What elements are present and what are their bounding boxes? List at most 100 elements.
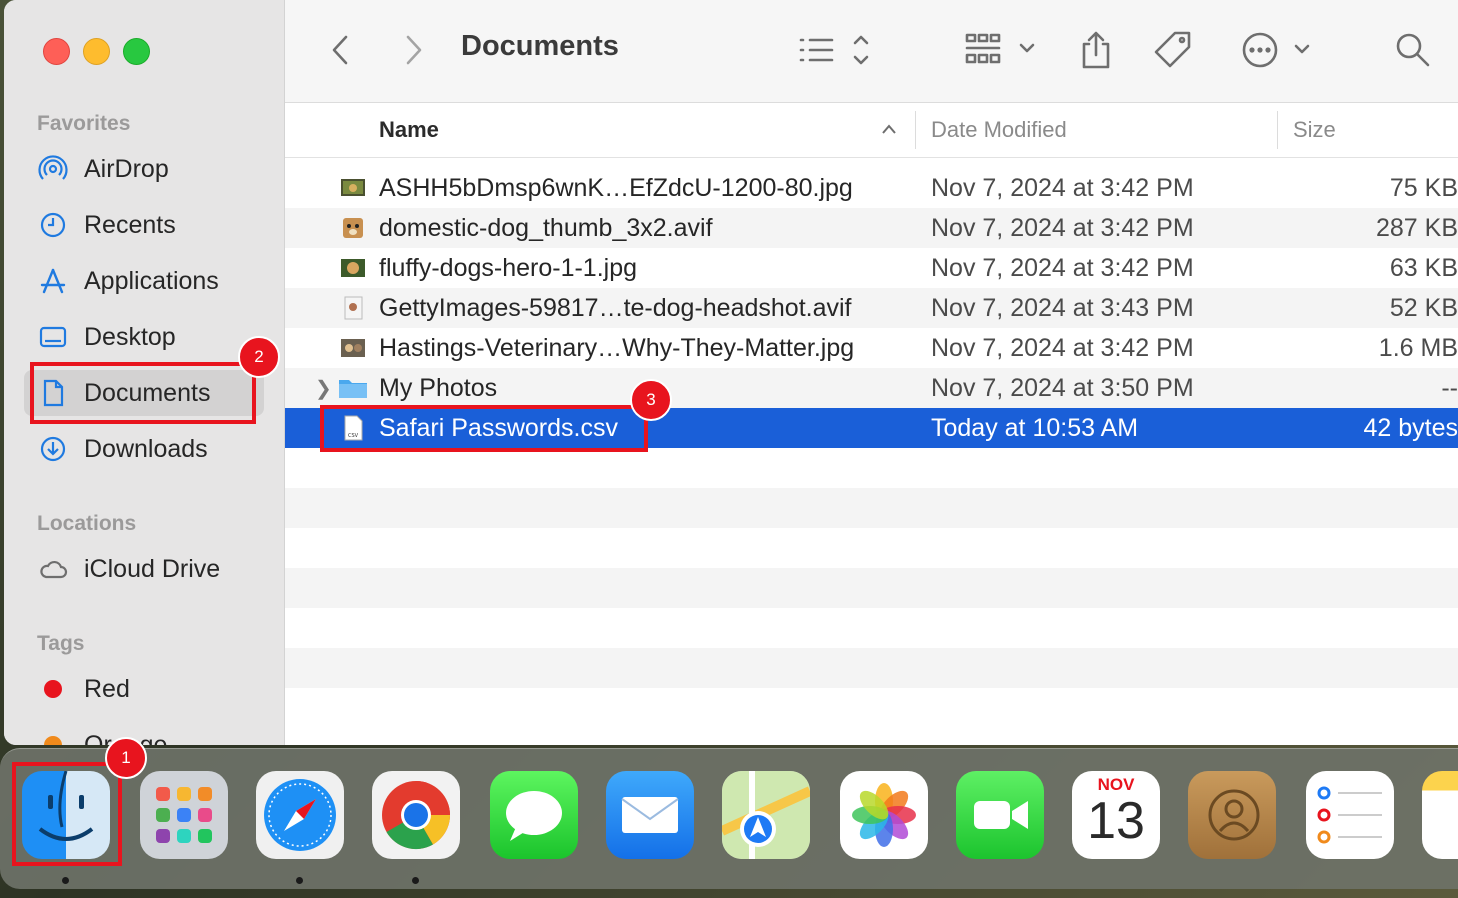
size-column-header[interactable]: Size xyxy=(1293,117,1336,143)
photos-dock-icon[interactable] xyxy=(840,771,928,859)
file-size: 52 KB xyxy=(1389,294,1458,322)
chevron-left-icon xyxy=(332,35,348,65)
notes-dock-icon[interactable] xyxy=(1422,771,1458,859)
share-icon xyxy=(1082,31,1110,69)
file-date: Nov 7, 2024 at 3:42 PM xyxy=(931,334,1194,362)
window-title: Documents xyxy=(461,30,619,62)
person-icon xyxy=(1208,789,1260,841)
file-size: 287 KB xyxy=(1375,214,1458,242)
file-date: Nov 7, 2024 at 3:42 PM xyxy=(931,254,1194,282)
tags-heading: Tags xyxy=(37,632,85,655)
tags-button[interactable] xyxy=(1153,28,1195,72)
message-bubble-icon xyxy=(506,791,562,841)
sidebar-item-desktop[interactable]: Desktop xyxy=(24,314,264,360)
file-name: domestic-dog_thumb_3x2.avif xyxy=(379,214,713,242)
contacts-dock-icon[interactable] xyxy=(1188,771,1276,859)
ellipsis-circle-icon xyxy=(1242,32,1310,68)
safari-dock-icon[interactable] xyxy=(256,771,344,859)
facetime-dock-icon[interactable] xyxy=(956,771,1044,859)
running-indicator xyxy=(62,877,69,884)
map-icon xyxy=(722,771,810,859)
column-divider[interactable] xyxy=(915,111,916,149)
column-divider[interactable] xyxy=(1277,111,1278,149)
sidebar-item-label: Desktop xyxy=(84,322,176,351)
empty-row xyxy=(285,488,1458,528)
name-column-header[interactable]: Name xyxy=(379,117,439,143)
minimize-window-button[interactable] xyxy=(83,38,110,65)
messages-dock-icon[interactable] xyxy=(490,771,578,859)
sidebar-item-recents[interactable]: Recents xyxy=(24,202,264,248)
search-button[interactable] xyxy=(1395,28,1431,72)
disclosure-chevron-icon[interactable]: ❯ xyxy=(315,376,332,401)
image-thumbnail-icon xyxy=(341,259,365,277)
more-actions-button[interactable] xyxy=(1240,28,1320,72)
red-tag-dot-icon xyxy=(36,672,70,706)
envelope-icon xyxy=(621,797,679,833)
sort-ascending-icon[interactable] xyxy=(881,123,897,135)
calendar-day: 13 xyxy=(1087,792,1145,850)
annotation-box-csv-file xyxy=(320,405,648,452)
empty-row xyxy=(285,528,1458,568)
view-options-button[interactable] xyxy=(797,28,869,72)
search-icon xyxy=(1396,33,1430,67)
maps-dock-icon[interactable] xyxy=(722,771,810,859)
file-browser: Documents Name Date Modified Size ASHH5b… xyxy=(285,0,1458,745)
empty-row xyxy=(285,448,1458,488)
file-size: 1.6 MB xyxy=(1378,334,1458,362)
sidebar-item-label: Downloads xyxy=(84,434,208,463)
reminders-dock-icon[interactable] xyxy=(1306,771,1394,859)
sidebar-tag-red[interactable]: Red xyxy=(24,666,264,712)
mail-dock-icon[interactable] xyxy=(606,771,694,859)
file-row[interactable]: ASHH5bDmsp6wnK…EfZdcU-1200-80.jpg Nov 7,… xyxy=(285,168,1458,208)
list-view-icon xyxy=(799,35,869,65)
image-thumbnail-icon xyxy=(341,339,365,357)
file-row[interactable]: GettyImages-59817…te-dog-headshot.avif N… xyxy=(285,288,1458,328)
orange-tag-dot-icon xyxy=(36,728,70,745)
annotation-badge: 3 xyxy=(630,379,672,421)
group-button[interactable] xyxy=(965,28,1041,72)
calendar-dock-icon[interactable]: NOV 13 xyxy=(1072,771,1160,859)
annotation-badge: 1 xyxy=(105,737,147,779)
empty-row xyxy=(285,608,1458,648)
column-header: Name Date Modified Size xyxy=(285,103,1458,158)
grid-icon xyxy=(965,33,1035,64)
file-row[interactable]: Hastings-Veterinary…Why-They-Matter.jpg … xyxy=(285,328,1458,368)
applications-icon xyxy=(36,264,70,298)
file-size: 63 KB xyxy=(1389,254,1458,282)
file-name: My Photos xyxy=(379,374,498,402)
running-indicator xyxy=(412,877,419,884)
favorites-heading: Favorites xyxy=(37,112,131,135)
folder-row[interactable]: ❯ My Photos Nov 7, 2024 at 3:50 PM -- xyxy=(285,368,1458,408)
share-button[interactable] xyxy=(1079,28,1113,72)
back-button[interactable] xyxy=(323,28,359,72)
date-modified-column-header[interactable]: Date Modified xyxy=(931,117,1067,143)
file-size: -- xyxy=(1441,374,1458,402)
locations-heading: Locations xyxy=(37,512,137,535)
sidebar-tag-orange[interactable]: Orange xyxy=(24,722,264,745)
sidebar-item-applications[interactable]: Applications xyxy=(24,258,264,304)
close-window-button[interactable] xyxy=(43,38,70,65)
sidebar-item-label: iCloud Drive xyxy=(84,554,221,583)
clock-icon xyxy=(36,208,70,242)
file-row[interactable]: domestic-dog_thumb_3x2.avif Nov 7, 2024 … xyxy=(285,208,1458,248)
sidebar-item-label: Recents xyxy=(84,210,176,239)
desktop-icon xyxy=(36,320,70,354)
dock: NOV 13 xyxy=(0,748,1458,889)
image-thumbnail-icon xyxy=(341,179,365,196)
zoom-window-button[interactable] xyxy=(123,38,150,65)
sidebar-item-downloads[interactable]: Downloads xyxy=(24,426,264,472)
annotation-box-documents xyxy=(30,362,256,424)
file-name: fluffy-dogs-hero-1-1.jpg xyxy=(379,254,638,282)
sidebar-item-icloud-drive[interactable]: iCloud Drive xyxy=(24,546,264,592)
forward-button[interactable] xyxy=(395,28,431,72)
file-date: Nov 7, 2024 at 3:42 PM xyxy=(931,214,1194,242)
file-size: 75 KB xyxy=(1389,174,1458,202)
file-row[interactable]: fluffy-dogs-hero-1-1.jpg Nov 7, 2024 at … xyxy=(285,248,1458,288)
sidebar-item-airdrop[interactable]: AirDrop xyxy=(24,146,264,192)
file-name: Hastings-Veterinary…Why-They-Matter.jpg xyxy=(379,334,855,362)
chrome-dock-icon[interactable] xyxy=(372,771,460,859)
sidebar-item-label: Applications xyxy=(84,266,219,295)
image-thumbnail-icon xyxy=(343,218,363,238)
running-indicator xyxy=(296,877,303,884)
launchpad-dock-icon[interactable] xyxy=(140,771,228,859)
